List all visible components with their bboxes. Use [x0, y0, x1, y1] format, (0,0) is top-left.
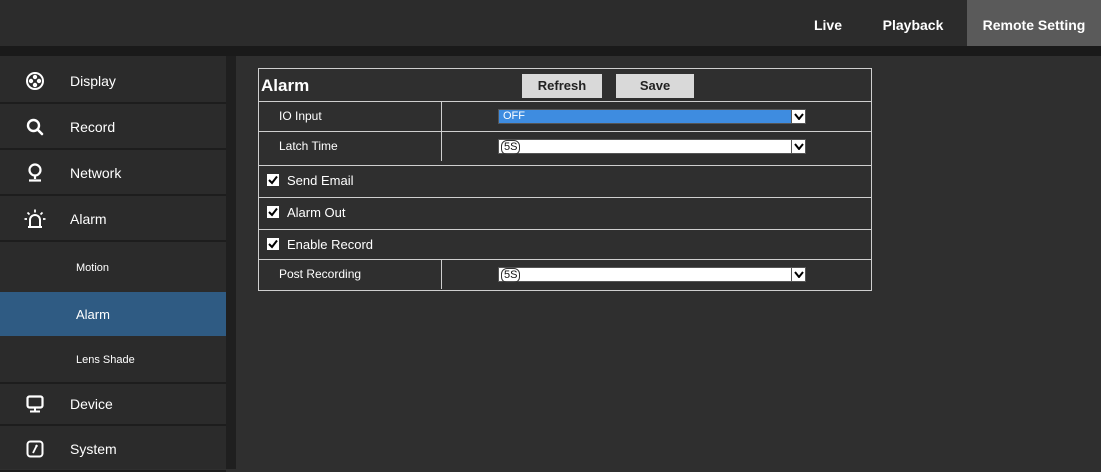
nav-live[interactable]: Live	[799, 0, 857, 46]
sidebar-item-alarm[interactable]: Alarm	[0, 198, 226, 242]
post-recording-row: Post Recording 5S	[259, 259, 871, 289]
send-email-row: Send Email	[259, 165, 871, 195]
post-recording-value: 5S	[501, 268, 521, 283]
sidebar-subitem-alarm[interactable]: Alarm	[0, 292, 226, 336]
search-icon	[0, 118, 70, 136]
sidebar-item-record[interactable]: Record	[0, 106, 226, 150]
io-input-row: IO Input OFF	[259, 101, 871, 131]
sidebar-subitem-motion[interactable]: Motion	[0, 246, 226, 290]
main-nav: Live Playback Remote Setting	[799, 0, 1101, 46]
sidebar: Display Record Network Alarm Motion Alar…	[0, 56, 226, 472]
alarm-light-icon	[0, 209, 70, 229]
save-button[interactable]: Save	[616, 74, 694, 98]
sidebar-item-label: Device	[70, 396, 113, 412]
nav-remote-setting[interactable]: Remote Setting	[967, 0, 1101, 46]
chevron-down-icon[interactable]	[791, 140, 805, 153]
sidebar-item-label: Network	[70, 165, 122, 181]
io-input-select[interactable]: OFF	[498, 109, 806, 124]
sidebar-item-system[interactable]: System	[0, 428, 226, 472]
latch-time-value: 5S	[501, 140, 521, 155]
latch-time-row: Latch Time 5S	[259, 131, 871, 161]
io-input-label: IO Input	[259, 102, 442, 131]
alarm-out-row: Alarm Out	[259, 197, 871, 227]
top-divider	[0, 46, 1101, 56]
sidebar-item-network[interactable]: Network	[0, 152, 226, 196]
alarm-out-checkbox[interactable]	[267, 206, 279, 218]
sidebar-item-label: Display	[70, 73, 116, 89]
nav-playback[interactable]: Playback	[867, 0, 959, 46]
panel-header: Alarm Refresh Save	[259, 69, 871, 101]
chevron-down-icon[interactable]	[791, 110, 805, 123]
post-recording-select[interactable]: 5S	[498, 267, 806, 283]
latch-time-label: Latch Time	[259, 132, 442, 161]
send-email-label: Send Email	[287, 173, 354, 188]
sidebar-subitem-label: Motion	[76, 262, 110, 274]
monitor-icon	[0, 395, 70, 413]
send-email-checkbox[interactable]	[267, 174, 279, 186]
sidebar-subitem-lens-shade[interactable]: Lens Shade	[0, 338, 226, 382]
sidebar-item-label: Alarm	[70, 211, 107, 227]
system-icon	[0, 440, 70, 458]
location-pin-icon	[0, 163, 70, 183]
sidebar-subitem-label: Lens Shade	[76, 354, 135, 366]
sidebar-divider	[226, 56, 236, 469]
sidebar-item-display[interactable]: Display	[0, 60, 226, 104]
latch-time-select[interactable]: 5S	[498, 139, 806, 155]
post-recording-label: Post Recording	[259, 260, 442, 289]
io-input-value: OFF	[503, 110, 525, 122]
sidebar-item-device[interactable]: Device	[0, 382, 226, 426]
sidebar-item-label: Record	[70, 119, 116, 135]
sidebar-subitem-label: Alarm	[76, 306, 110, 322]
chevron-down-icon[interactable]	[791, 268, 805, 281]
alarm-settings-panel: Alarm Refresh Save IO Input OFF Latch Ti…	[258, 68, 872, 291]
enable-record-label: Enable Record	[287, 237, 373, 252]
alarm-out-label: Alarm Out	[287, 205, 346, 220]
sidebar-item-label: System	[70, 441, 117, 457]
enable-record-row: Enable Record	[259, 229, 871, 259]
aperture-icon	[0, 72, 70, 90]
enable-record-checkbox[interactable]	[267, 238, 279, 250]
refresh-button[interactable]: Refresh	[522, 74, 602, 98]
top-bar: Live Playback Remote Setting	[0, 0, 1101, 48]
panel-title: Alarm	[261, 76, 310, 95]
